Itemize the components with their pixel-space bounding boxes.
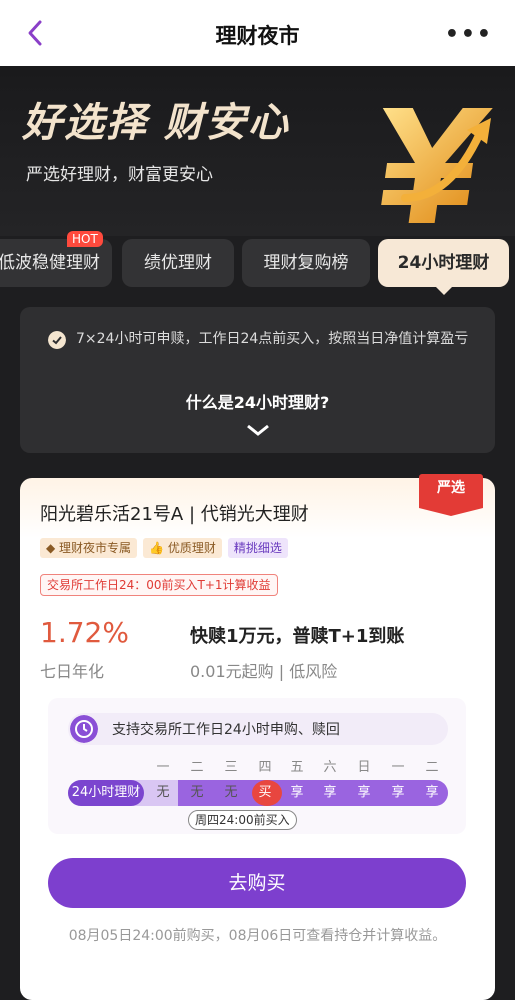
tag-quality: 👍 优质理财: [143, 538, 222, 558]
buy-notice: 交易所工作日24：00前买入T+1计算收益: [40, 574, 278, 596]
schedule-cells: 无 无 无 买 享 享 享 享 享: [148, 780, 448, 806]
tab-low-volatility[interactable]: 低波稳健理财 HOT: [0, 231, 112, 287]
schedule-cell: 无: [190, 785, 204, 800]
hot-badge: HOT: [67, 231, 103, 247]
redemption-feature: 快赎1万元，普赎T+1到账: [190, 626, 405, 647]
selected-ribbon: 严选: [419, 474, 483, 516]
hero-subtitle: 严选好理财，财富更安心: [26, 165, 213, 185]
weekday: 一: [156, 760, 170, 775]
clock-icon: [70, 715, 98, 743]
tab-label: 绩优理财: [144, 253, 212, 273]
weekday: 四: [258, 760, 272, 775]
track-label: 24小时理财: [68, 780, 144, 806]
schedule-cell: 无: [224, 785, 238, 800]
chevron-down-icon[interactable]: [246, 423, 270, 437]
schedule-cell: 享: [425, 785, 439, 800]
weekday: 五: [290, 760, 304, 775]
tab-performance[interactable]: 绩优理财: [122, 239, 234, 287]
info-panel: 7×24小时可申赎，工作日24点前买入，按照当日净值计算盈亏 什么是24小时理财…: [20, 307, 495, 453]
tab-label: 24小时理财: [397, 253, 490, 273]
category-tabs: 低波稳健理财 HOT 绩优理财 理财复购榜 24小时理财: [0, 231, 515, 296]
schedule-header-text: 支持交易所工作日24小时申购、赎回: [112, 722, 340, 738]
schedule-header: 支持交易所工作日24小时申购、赎回: [68, 713, 448, 745]
tab-repurchase-rank[interactable]: 理财复购榜: [242, 239, 370, 287]
buy-deadline-label: 周四24:00前买入: [188, 810, 297, 830]
weekday-labels: 一 二 三 四 五 六 日 一 二: [148, 756, 448, 776]
page-title: 理财夜市: [215, 24, 300, 48]
schedule-cell: 享: [290, 785, 304, 800]
hero-title: 好选择 财安心: [22, 100, 290, 146]
hero-banner: 好选择 财安心 严选好理财，财富更安心: [0, 66, 515, 236]
tag-selected: 精挑细选: [227, 538, 288, 558]
purchase-info: 0.01元起购 | 低风险: [190, 662, 338, 681]
buy-button[interactable]: 去购买: [48, 858, 466, 908]
weekday: 三: [224, 760, 238, 775]
product-tags: ◆ 理财夜市专属 👍 优质理财 精挑细选: [40, 538, 288, 558]
info-text: 7×24小时可申赎，工作日24点前买入，按照当日净值计算盈亏: [76, 331, 469, 347]
tab-label: 低波稳健理财: [0, 253, 100, 273]
tab-label: 理财复购榜: [263, 253, 349, 273]
product-card[interactable]: 严选 阳光碧乐活21号A | 代销光大理财 ◆ 理财夜市专属 👍 优质理财 精挑…: [20, 474, 495, 1000]
info-question[interactable]: 什么是24小时理财?: [20, 389, 495, 413]
weekday: 二: [425, 760, 439, 775]
check-icon: [48, 331, 66, 349]
schedule-cell: 享: [357, 785, 371, 800]
purchase-footnote: 08月05日24:00前购买，08月06日可查看持仓并计算收益。: [68, 928, 447, 944]
weekday: 二: [190, 760, 204, 775]
schedule-cell: 无: [156, 785, 170, 800]
more-icon[interactable]: •••: [445, 22, 493, 47]
tag-night-market: ◆ 理财夜市专属: [40, 538, 138, 558]
weekday: 日: [357, 760, 371, 775]
weekday: 一: [391, 760, 405, 775]
schedule-cell: 享: [323, 785, 337, 800]
product-name: 阳光碧乐活21号A | 代销光大理财: [40, 504, 309, 525]
yield-rate: 1.72%: [40, 616, 129, 649]
schedule-cell-buy: 买: [258, 785, 272, 800]
yen-coin-icon: [381, 108, 493, 223]
yield-label: 七日年化: [40, 662, 105, 681]
weekday: 六: [323, 760, 337, 775]
tab-24h[interactable]: 24小时理财: [378, 239, 509, 295]
schedule-cell: 享: [391, 785, 405, 800]
nav-bar: 理财夜市 •••: [0, 0, 515, 66]
schedule-track: 24小时理财 无 无 无 买 享 享 享 享 享: [68, 780, 448, 806]
schedule-panel: 支持交易所工作日24小时申购、赎回 一 二 三 四 五 六 日 一 二 24小时…: [48, 698, 466, 834]
